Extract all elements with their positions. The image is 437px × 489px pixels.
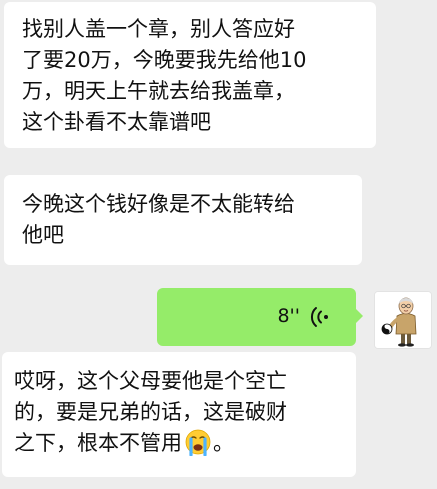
message-text-segment: 之下，根本不管用 <box>14 431 182 455</box>
message-bubble-incoming[interactable]: 今晚这个钱好像是不太能转给 他吧 <box>4 175 362 265</box>
message-text-line: 万，明天上午就去给我盖章， <box>22 79 295 103</box>
message-bubble-incoming[interactable]: 哎呀，这个父母要他是个空亡 的，要是兄弟的话，这是破财 之下，根本不管用 。 <box>2 352 356 477</box>
voice-message-bubble[interactable]: 8'' <box>157 288 363 346</box>
message-text-line: 这个卦看不太靠谱吧 <box>22 110 211 134</box>
message-text-line-last: 之下，根本不管用 。 <box>14 428 346 459</box>
message-text-line: 他吧 <box>22 223 64 247</box>
message-text-punctuation: 。 <box>213 431 234 455</box>
message-text-line: 找别人盖一个章，别人答应好 <box>22 17 295 41</box>
message-bubble-incoming[interactable]: 找别人盖一个章，别人答应好 了要20万，今晚要我先给他10 万，明天上午就去给我… <box>4 2 376 148</box>
voice-duration: 8'' <box>277 305 300 327</box>
cartoon-man-with-yin-yang-avatar <box>375 292 431 348</box>
avatar[interactable] <box>374 291 432 349</box>
message-text-line: 今晚这个钱好像是不太能转给 <box>22 192 295 216</box>
message-text-line: 了要20万，今晚要我先给他10 <box>22 48 307 72</box>
voice-wave-icon <box>310 307 328 327</box>
crying-face-emoji <box>185 429 211 456</box>
message-text-line: 哎呀，这个父母要他是个空亡 <box>14 369 287 393</box>
message-text-line: 的，要是兄弟的话，这是破财 <box>14 400 287 424</box>
